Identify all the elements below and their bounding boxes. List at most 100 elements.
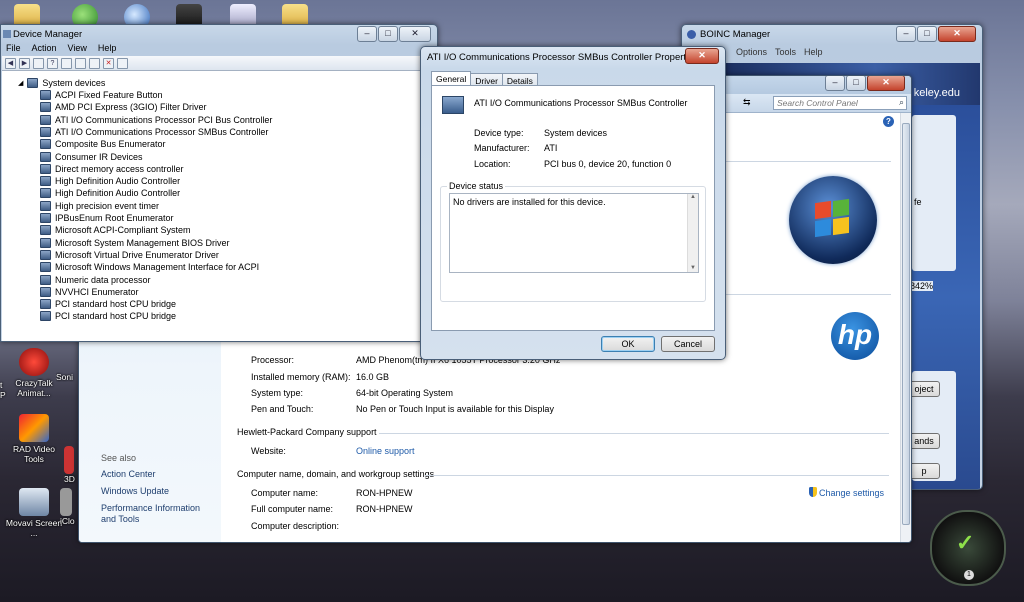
- device-label: ACPI Fixed Feature Button: [55, 90, 163, 100]
- maximize-button[interactable]: □: [917, 26, 937, 42]
- forward-icon[interactable]: ▶: [19, 57, 30, 69]
- properties-dialog[interactable]: ATI I/O Communications Processor SMBus C…: [420, 46, 726, 360]
- scrollbar[interactable]: ▲ ▼: [687, 194, 698, 272]
- close-button[interactable]: ✕: [685, 48, 719, 64]
- disable-icon[interactable]: [117, 57, 128, 69]
- desktop-icon-partial[interactable]: Soni: [56, 372, 80, 382]
- minimize-button[interactable]: –: [825, 76, 845, 91]
- tree-device-item[interactable]: PCI standard host CPU bridge: [40, 310, 176, 322]
- tree-device-item[interactable]: Composite Bus Enumerator: [40, 138, 166, 150]
- search-input[interactable]: Search Control Panel ⌕: [773, 96, 907, 110]
- maximize-button[interactable]: □: [378, 26, 398, 42]
- scrollbar[interactable]: [900, 113, 911, 542]
- desktop-icon-crazytalk[interactable]: CrazyTalk Animat...: [4, 348, 64, 398]
- checkmark-icon: ✓: [956, 530, 975, 555]
- tree-device-item[interactable]: Microsoft Virtual Drive Enumerator Drive…: [40, 249, 219, 261]
- properties-icon[interactable]: [33, 57, 44, 69]
- device-icon: [40, 151, 51, 162]
- device-status-textbox[interactable]: No drivers are installed for this device…: [449, 193, 699, 273]
- processor-label: Processor:: [251, 355, 295, 365]
- scan-icon[interactable]: [75, 57, 86, 69]
- tree-device-item[interactable]: Direct memory access controller: [40, 163, 184, 175]
- menu-help[interactable]: Help: [804, 47, 823, 57]
- link-performance[interactable]: Performance Information and Tools: [101, 503, 217, 525]
- device-label: PCI standard host CPU bridge: [55, 299, 177, 310]
- desktop-icon-movavi[interactable]: Movavi Screen ...: [4, 488, 64, 538]
- gadget-count: 1: [964, 570, 974, 580]
- device-manager-window[interactable]: Device Manager – □ ✕ File Action View He…: [0, 24, 438, 342]
- menu-options[interactable]: Options: [736, 47, 767, 57]
- device-icon: [40, 237, 51, 248]
- device-label: High Definition Audio Controller: [55, 188, 181, 199]
- menu-help[interactable]: Help: [98, 43, 117, 56]
- collapse-icon[interactable]: ◢: [18, 79, 23, 87]
- menu-action[interactable]: Action: [32, 43, 57, 56]
- menu-file[interactable]: File: [6, 43, 21, 56]
- tree-device-item[interactable]: Microsoft System Management BIOS Driver: [40, 237, 230, 249]
- desktop-icon-partial[interactable]: iClo: [60, 488, 80, 526]
- boinc-button[interactable]: oject: [908, 381, 940, 397]
- tree-device-item[interactable]: Numeric data processor: [40, 274, 151, 286]
- minimize-button[interactable]: –: [896, 26, 916, 42]
- tree-device-item[interactable]: Microsoft ACPI-Compliant System: [40, 224, 191, 236]
- link-windows-update[interactable]: Windows Update: [101, 486, 169, 496]
- link-action-center[interactable]: Action Center: [101, 469, 156, 479]
- online-support-link[interactable]: Online support: [356, 446, 415, 456]
- tree-device-item[interactable]: Consumer IR Devices: [40, 151, 143, 163]
- window-title: BOINC Manager: [700, 29, 771, 40]
- tree-device-item[interactable]: AMD PCI Express (3GIO) Filter Driver: [40, 101, 207, 113]
- device-icon: [40, 299, 51, 310]
- device-type-label: Device type:: [474, 128, 524, 138]
- search-icon: ⌕: [898, 97, 904, 107]
- full-name-value: RON-HPNEW: [356, 504, 413, 514]
- device-label: ATI I/O Communications Processor SMBus C…: [55, 126, 269, 137]
- boinc-text: 842%: [910, 281, 934, 291]
- tree-device-item[interactable]: NVVHCI Enumerator: [40, 286, 139, 298]
- menu-view[interactable]: View: [68, 43, 87, 56]
- update-driver-icon[interactable]: [89, 57, 100, 69]
- close-button[interactable]: ✕: [399, 26, 431, 42]
- desktop-icon-rad-video[interactable]: RAD Video Tools: [4, 414, 64, 464]
- change-settings-link[interactable]: Change settings: [819, 488, 884, 498]
- cancel-button[interactable]: Cancel: [661, 336, 715, 352]
- console-icon[interactable]: [61, 57, 72, 69]
- menu-tools[interactable]: Tools: [775, 47, 796, 57]
- device-label: Microsoft System Management BIOS Driver: [55, 237, 230, 248]
- close-button[interactable]: ✕: [938, 26, 976, 42]
- tree-device-item[interactable]: High Definition Audio Controller: [40, 175, 180, 187]
- crazytalk-icon: [19, 348, 49, 376]
- desktop-icon-label: Movavi Screen ...: [5, 518, 63, 538]
- help-icon[interactable]: ?: [883, 116, 894, 127]
- boinc-button[interactable]: p: [908, 463, 940, 479]
- device-tree[interactable]: ◢ System devices ACPI Fixed Feature Butt…: [2, 71, 436, 341]
- scrollbar-thumb[interactable]: [902, 123, 910, 525]
- tree-device-item[interactable]: ATI I/O Communications Processor PCI Bus…: [40, 114, 272, 126]
- search-placeholder: Search Control Panel: [777, 98, 858, 108]
- desktop-gadget[interactable]: ✓ 1: [930, 510, 1006, 586]
- maximize-button[interactable]: □: [846, 76, 866, 91]
- scroll-down-icon[interactable]: ▼: [690, 265, 696, 271]
- tree-device-item[interactable]: PCI standard host CPU bridge: [40, 298, 176, 310]
- ram-label: Installed memory (RAM):: [251, 372, 351, 382]
- scroll-up-icon[interactable]: ▲: [688, 194, 698, 200]
- tree-device-item[interactable]: ATI I/O Communications Processor SMBus C…: [40, 126, 268, 138]
- tree-device-item[interactable]: High precision event timer: [40, 200, 159, 212]
- ok-button[interactable]: OK: [601, 336, 655, 352]
- uninstall-icon[interactable]: ✕: [103, 57, 114, 69]
- device-manager-icon: [3, 30, 11, 38]
- back-icon[interactable]: ◀: [5, 57, 16, 69]
- tree-device-item[interactable]: IPBusEnum Root Enumerator: [40, 212, 174, 224]
- manufacturer-label: Manufacturer:: [474, 143, 530, 153]
- device-icon: [40, 139, 51, 150]
- device-icon: [40, 274, 51, 285]
- boinc-button[interactable]: ands: [908, 433, 940, 449]
- tree-category[interactable]: ◢ System devices: [18, 77, 105, 89]
- location-value: PCI bus 0, device 20, function 0: [544, 159, 672, 169]
- tree-device-item[interactable]: High Definition Audio Controller: [40, 187, 180, 199]
- minimize-button[interactable]: –: [357, 26, 377, 42]
- refresh-icon[interactable]: ⇆: [743, 97, 755, 108]
- help-icon[interactable]: ?: [47, 57, 58, 69]
- close-button[interactable]: ✕: [867, 76, 905, 91]
- tree-device-item[interactable]: Microsoft Windows Management Interface f…: [40, 261, 259, 273]
- tree-device-item[interactable]: ACPI Fixed Feature Button: [40, 89, 163, 101]
